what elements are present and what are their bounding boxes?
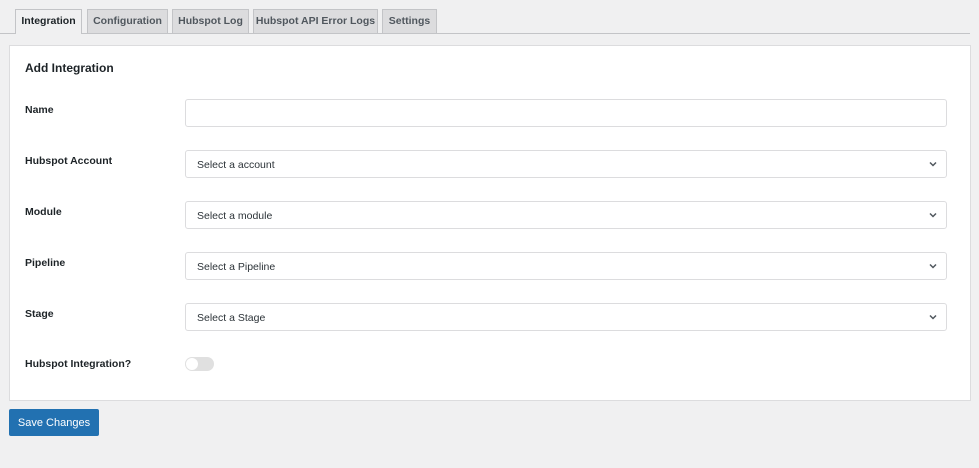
toggle-knob [186,358,198,370]
chevron-down-icon [929,314,937,320]
chevron-down-icon [929,161,937,167]
select-value: Select a Stage [197,312,266,324]
hubspot-integration-label: Hubspot Integration? [25,358,132,370]
tab-integration[interactable]: Integration [15,9,82,34]
name-input[interactable] [185,99,947,127]
save-changes-button[interactable]: Save Changes [9,409,99,436]
stage-select[interactable]: Select a Stage [185,303,947,331]
chevron-down-icon [929,263,937,269]
pipeline-select[interactable]: Select a Pipeline [185,252,947,280]
panel-title: Add Integration [25,61,114,75]
tab-hubspot-log[interactable]: Hubspot Log [172,9,249,33]
module-select[interactable]: Select a module [185,201,947,229]
module-label: Module [25,206,62,218]
tab-settings[interactable]: Settings [382,9,437,33]
pipeline-label: Pipeline [25,257,66,269]
select-value: Select a module [197,210,273,222]
tab-bar: Integration Configuration Hubspot Log Hu… [0,0,970,34]
hubspot-account-label: Hubspot Account [25,155,113,167]
select-value: Select a Pipeline [197,261,276,273]
name-label: Name [25,104,54,116]
hubspot-integration-toggle[interactable] [185,357,214,371]
tab-hubspot-api-error-logs[interactable]: Hubspot API Error Logs [253,9,378,33]
stage-label: Stage [25,308,54,320]
add-integration-panel: Add Integration Name Hubspot Account Sel… [9,45,971,401]
chevron-down-icon [929,212,937,218]
select-value: Select a account [197,159,275,171]
hubspot-account-select[interactable]: Select a account [185,150,947,178]
tab-configuration[interactable]: Configuration [87,9,168,33]
